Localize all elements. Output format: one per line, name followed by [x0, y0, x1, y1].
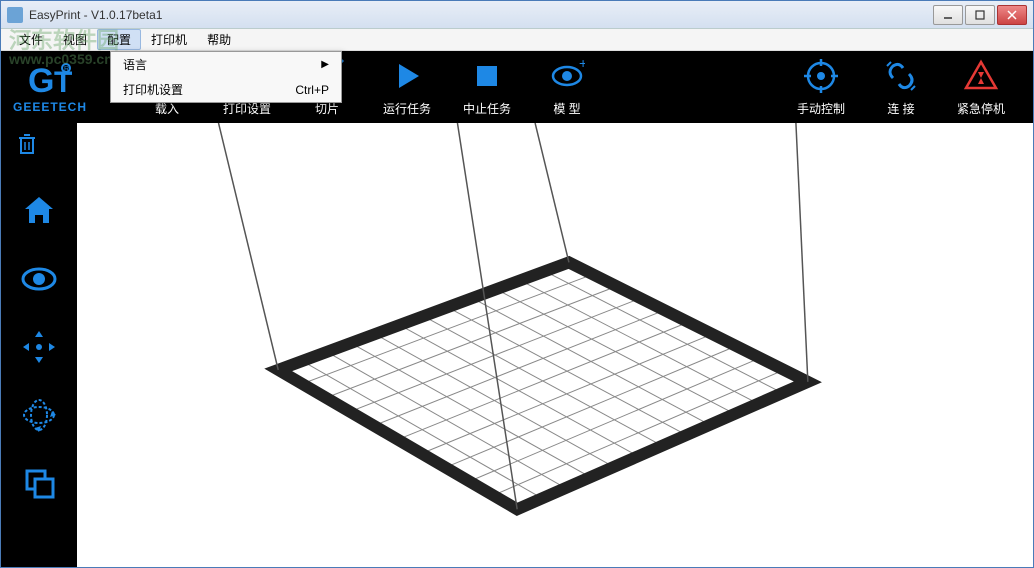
play-icon — [389, 58, 425, 94]
minimize-button[interactable] — [933, 5, 963, 25]
menu-file[interactable]: 文件 — [9, 29, 53, 50]
close-button[interactable] — [997, 5, 1027, 25]
home-button[interactable] — [15, 187, 63, 235]
manual-control-button[interactable]: 手动控制 — [781, 52, 861, 122]
content-area — [1, 123, 1033, 567]
emergency-stop-button[interactable]: 紧急停机 — [941, 52, 1021, 122]
logo: G T R GEEETECH — [13, 60, 87, 114]
build-volume — [77, 123, 1033, 567]
trash-button[interactable] — [11, 127, 43, 167]
svg-text:G: G — [28, 62, 54, 100]
copy-icon — [19, 463, 59, 503]
dropdown-printer-settings-label: 打印机设置 — [123, 81, 183, 98]
menu-bar: 文件 视图 配置 打印机 帮助 — [1, 29, 1033, 51]
window-controls — [933, 5, 1027, 25]
rotate-button[interactable] — [15, 391, 63, 439]
viewport-3d[interactable] — [77, 123, 1033, 567]
run-task-button[interactable]: 运行任务 — [367, 52, 447, 122]
menu-view[interactable]: 视图 — [53, 29, 97, 50]
menu-help[interactable]: 帮助 — [197, 29, 241, 50]
chevron-right-icon: ▶ — [321, 59, 329, 70]
move-button[interactable] — [15, 323, 63, 371]
connect-button[interactable]: 连 接 — [861, 52, 941, 122]
menu-config[interactable]: 配置 — [97, 29, 141, 50]
maximize-button[interactable] — [965, 5, 995, 25]
title-bar: EasyPrint - V1.0.17beta1 — [1, 1, 1033, 29]
rotate-icon — [19, 395, 59, 435]
logo-icon: G T R — [22, 60, 78, 100]
model-button[interactable]: + 模 型 — [527, 52, 607, 122]
dropdown-printer-settings[interactable]: 打印机设置 Ctrl+P — [111, 77, 341, 102]
dropdown-language[interactable]: 语言 ▶ — [111, 52, 341, 77]
view-button[interactable] — [15, 255, 63, 303]
window-frame: EasyPrint - V1.0.17beta1 河东软件园 www.pc035… — [0, 0, 1034, 568]
dropdown-printer-settings-shortcut: Ctrl+P — [295, 83, 329, 97]
svg-text:+: + — [579, 58, 585, 71]
warning-icon — [963, 58, 999, 94]
home-icon — [19, 191, 59, 231]
menu-printer[interactable]: 打印机 — [141, 29, 197, 50]
copy-button[interactable] — [15, 459, 63, 507]
side-toolbar — [1, 123, 77, 567]
eye-icon: + — [549, 58, 585, 94]
svg-text:R: R — [64, 66, 69, 73]
dropdown-language-label: 语言 — [123, 56, 147, 73]
stop-task-button[interactable]: 中止任务 — [447, 52, 527, 122]
logo-text: GEEETECH — [13, 100, 87, 114]
move-icon — [19, 327, 59, 367]
stop-icon — [469, 58, 505, 94]
app-icon — [7, 7, 23, 23]
crosshair-icon — [803, 58, 839, 94]
window-title: EasyPrint - V1.0.17beta1 — [29, 8, 933, 22]
config-dropdown: 语言 ▶ 打印机设置 Ctrl+P — [110, 51, 342, 103]
eye-icon — [19, 259, 59, 299]
link-icon — [883, 58, 919, 94]
